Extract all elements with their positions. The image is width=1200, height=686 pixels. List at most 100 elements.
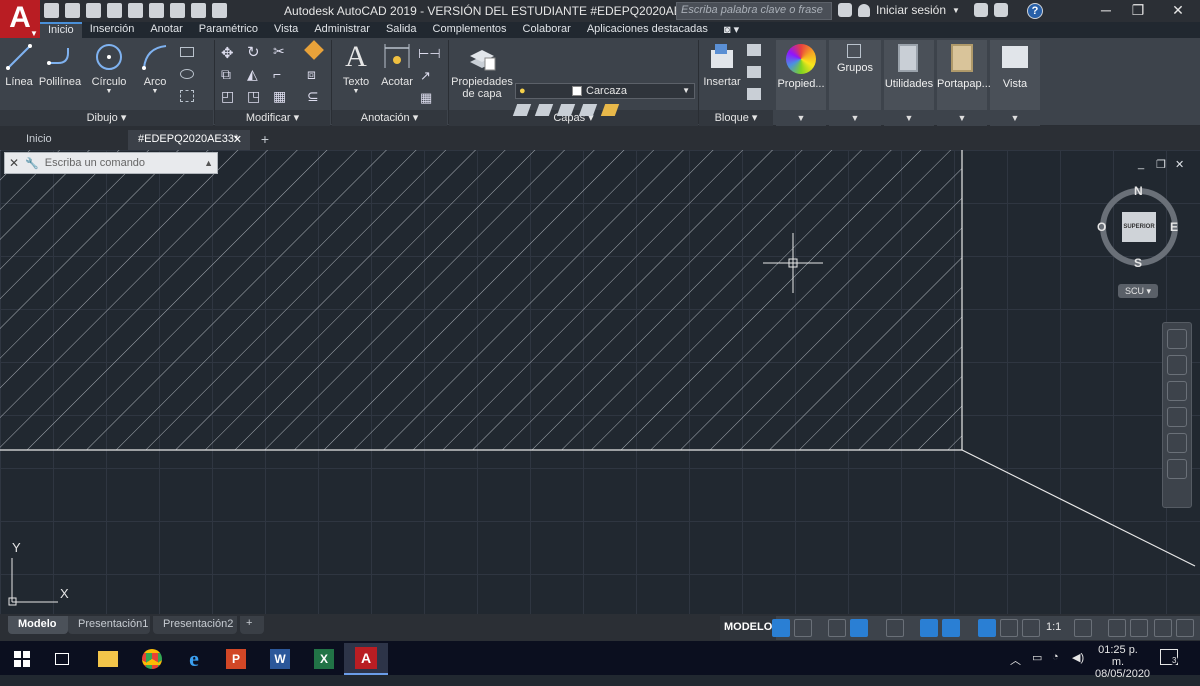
viewport-restore-button[interactable]: ❐	[1156, 158, 1166, 171]
chevron-up-icon[interactable]: ▲	[204, 158, 213, 168]
save-icon[interactable]	[86, 3, 101, 18]
grid-toggle-icon[interactable]	[772, 619, 790, 637]
utilities-panel[interactable]: Utilidades ▼	[884, 40, 934, 126]
viewport-close-button[interactable]: ✕	[1175, 158, 1184, 171]
pan-icon[interactable]	[1167, 355, 1187, 375]
autocad-taskbar-icon[interactable]: A	[344, 643, 388, 675]
tab-colaborar[interactable]: Colaborar	[515, 22, 579, 38]
show-hidden-icons[interactable]: ︿	[1010, 652, 1021, 686]
redo-icon[interactable]	[191, 3, 206, 18]
tab-administrar[interactable]: Administrar	[306, 22, 378, 38]
clipboard-panel[interactable]: Portapap... ▼	[937, 40, 991, 126]
layer-dropdown[interactable]: ● Carcaza ▼	[515, 83, 695, 99]
nav-bar-menu-icon[interactable]	[1167, 459, 1187, 479]
excel-icon[interactable]: X	[302, 643, 346, 675]
customize-qat-icon[interactable]	[212, 3, 227, 18]
ribbon-toggle-icon[interactable]: ◙ ▾	[716, 22, 747, 38]
search-input[interactable]: Escriba palabra clave o frase	[676, 2, 832, 20]
new-layout-button[interactable]: +	[240, 616, 264, 634]
open-file-icon[interactable]	[65, 3, 80, 18]
properties-panel[interactable]: Propied... ▼	[776, 40, 826, 126]
tab-complementos[interactable]: Complementos	[425, 22, 515, 38]
close-icon[interactable]: ✕	[233, 133, 242, 146]
move-icon[interactable]: ✥	[221, 44, 234, 62]
zoom-icon[interactable]	[1167, 381, 1187, 401]
chevron-down-icon[interactable]: ▼	[136, 88, 174, 95]
layer-isolate-icon[interactable]	[556, 104, 576, 116]
edit-attributes-icon[interactable]	[747, 88, 761, 100]
insert-block-button[interactable]: Insertar	[701, 40, 743, 88]
model-space-button[interactable]: MODELO	[720, 616, 777, 640]
ucs-menu[interactable]: SCU ▾	[1118, 284, 1158, 298]
snap-mode-icon[interactable]	[794, 619, 812, 637]
tab-vista[interactable]: Vista	[266, 22, 306, 38]
wrench-icon[interactable]: 🔧	[25, 157, 39, 170]
fillet-icon[interactable]: ⌐	[273, 66, 281, 82]
ortho-icon[interactable]	[828, 619, 846, 637]
layer-lock-icon[interactable]	[600, 104, 620, 116]
action-center-icon[interactable]: 3	[1160, 649, 1179, 665]
battery-icon[interactable]: ▭	[1032, 651, 1042, 685]
drawing-canvas[interactable]: Y X SUPERIOR N S E O SCU ▾	[0, 150, 1200, 614]
linear-dimension-icon[interactable]: ⊢⊣	[418, 46, 441, 62]
tab-salida[interactable]: Salida	[378, 22, 425, 38]
close-button[interactable]: ✕	[1158, 0, 1198, 22]
chevron-down-icon[interactable]: ▼	[336, 88, 376, 95]
viewport-minimize-button[interactable]: _	[1138, 158, 1144, 170]
a360-icon[interactable]	[993, 3, 1008, 17]
panel-title-modificar[interactable]: Modificar ▾	[215, 110, 330, 126]
plot-icon[interactable]	[149, 3, 164, 18]
polar-tracking-icon[interactable]	[850, 619, 868, 637]
dimension-button[interactable]: Acotar	[376, 40, 418, 88]
annotation-monitor-icon[interactable]	[1108, 619, 1126, 637]
layout-tab-presentacion1[interactable]: Presentación1	[68, 616, 150, 634]
orbit-icon[interactable]	[1167, 407, 1187, 427]
tab-parametrico[interactable]: Paramétrico	[191, 22, 266, 38]
array-icon[interactable]: ▦	[273, 88, 286, 105]
layer-properties-button[interactable]: Propiedades de capa	[451, 40, 513, 100]
viewcube[interactable]: SUPERIOR	[1100, 188, 1178, 266]
powerpoint-icon[interactable]: P	[214, 643, 258, 675]
chrome-icon[interactable]	[130, 643, 174, 675]
undo-icon[interactable]	[170, 3, 185, 18]
tab-inicio[interactable]: Inicio	[40, 22, 82, 38]
viewcube-face-top[interactable]: SUPERIOR	[1122, 212, 1156, 242]
cart-icon[interactable]	[973, 3, 988, 17]
layout-tab-model[interactable]: Modelo	[8, 616, 68, 634]
compass-south[interactable]: S	[1134, 256, 1142, 270]
annotation-scale-icon[interactable]	[1022, 619, 1040, 637]
web-mobile-icon[interactable]	[128, 3, 143, 18]
compass-east[interactable]: E	[1170, 220, 1178, 234]
arc-button[interactable]: Arco ▼	[136, 40, 174, 95]
word-icon[interactable]: W	[258, 643, 302, 675]
panel-title-dibujo[interactable]: Dibujo ▾	[0, 110, 213, 126]
tab-insercion[interactable]: Inserción	[82, 22, 143, 38]
new-file-icon[interactable]	[44, 3, 59, 18]
erase-icon[interactable]	[304, 40, 324, 60]
viewport-controls[interactable]: ✕ 🔧 Escriba un comando ▲	[4, 152, 218, 174]
help-button[interactable]: ?	[1027, 3, 1043, 19]
task-view-icon[interactable]	[40, 643, 84, 675]
panel-title-bloque[interactable]: Bloque ▾	[699, 110, 773, 126]
groups-panel[interactable]: Grupos ▼	[829, 40, 881, 126]
close-icon[interactable]: ✕	[9, 156, 19, 170]
line-button[interactable]: Línea	[2, 40, 36, 88]
file-explorer-icon[interactable]	[86, 643, 130, 675]
compass-north[interactable]: N	[1134, 184, 1143, 198]
explode-icon[interactable]: ⧈	[307, 66, 316, 83]
layer-freeze-icon[interactable]	[578, 104, 598, 116]
restore-button[interactable]: ❐	[1118, 0, 1158, 22]
tab-aplicaciones-destacadas[interactable]: Aplicaciones destacadas	[579, 22, 716, 38]
workspace-gear-icon[interactable]	[1074, 619, 1092, 637]
object-snap-icon[interactable]	[942, 619, 960, 637]
volume-icon[interactable]: ◀)	[1072, 651, 1084, 685]
isolate-objects-icon[interactable]	[1130, 619, 1148, 637]
mirror-icon[interactable]: ◭	[247, 66, 258, 83]
scale-icon[interactable]: ◳	[247, 88, 260, 105]
edit-block-icon[interactable]	[747, 66, 761, 78]
signin-button[interactable]: Iniciar sesión	[876, 3, 946, 17]
trim-icon[interactable]: ✂	[273, 43, 285, 60]
doc-tab-start[interactable]: Inicio	[16, 130, 126, 150]
compass-west[interactable]: O	[1097, 220, 1106, 234]
ellipse-icon[interactable]	[180, 69, 194, 79]
